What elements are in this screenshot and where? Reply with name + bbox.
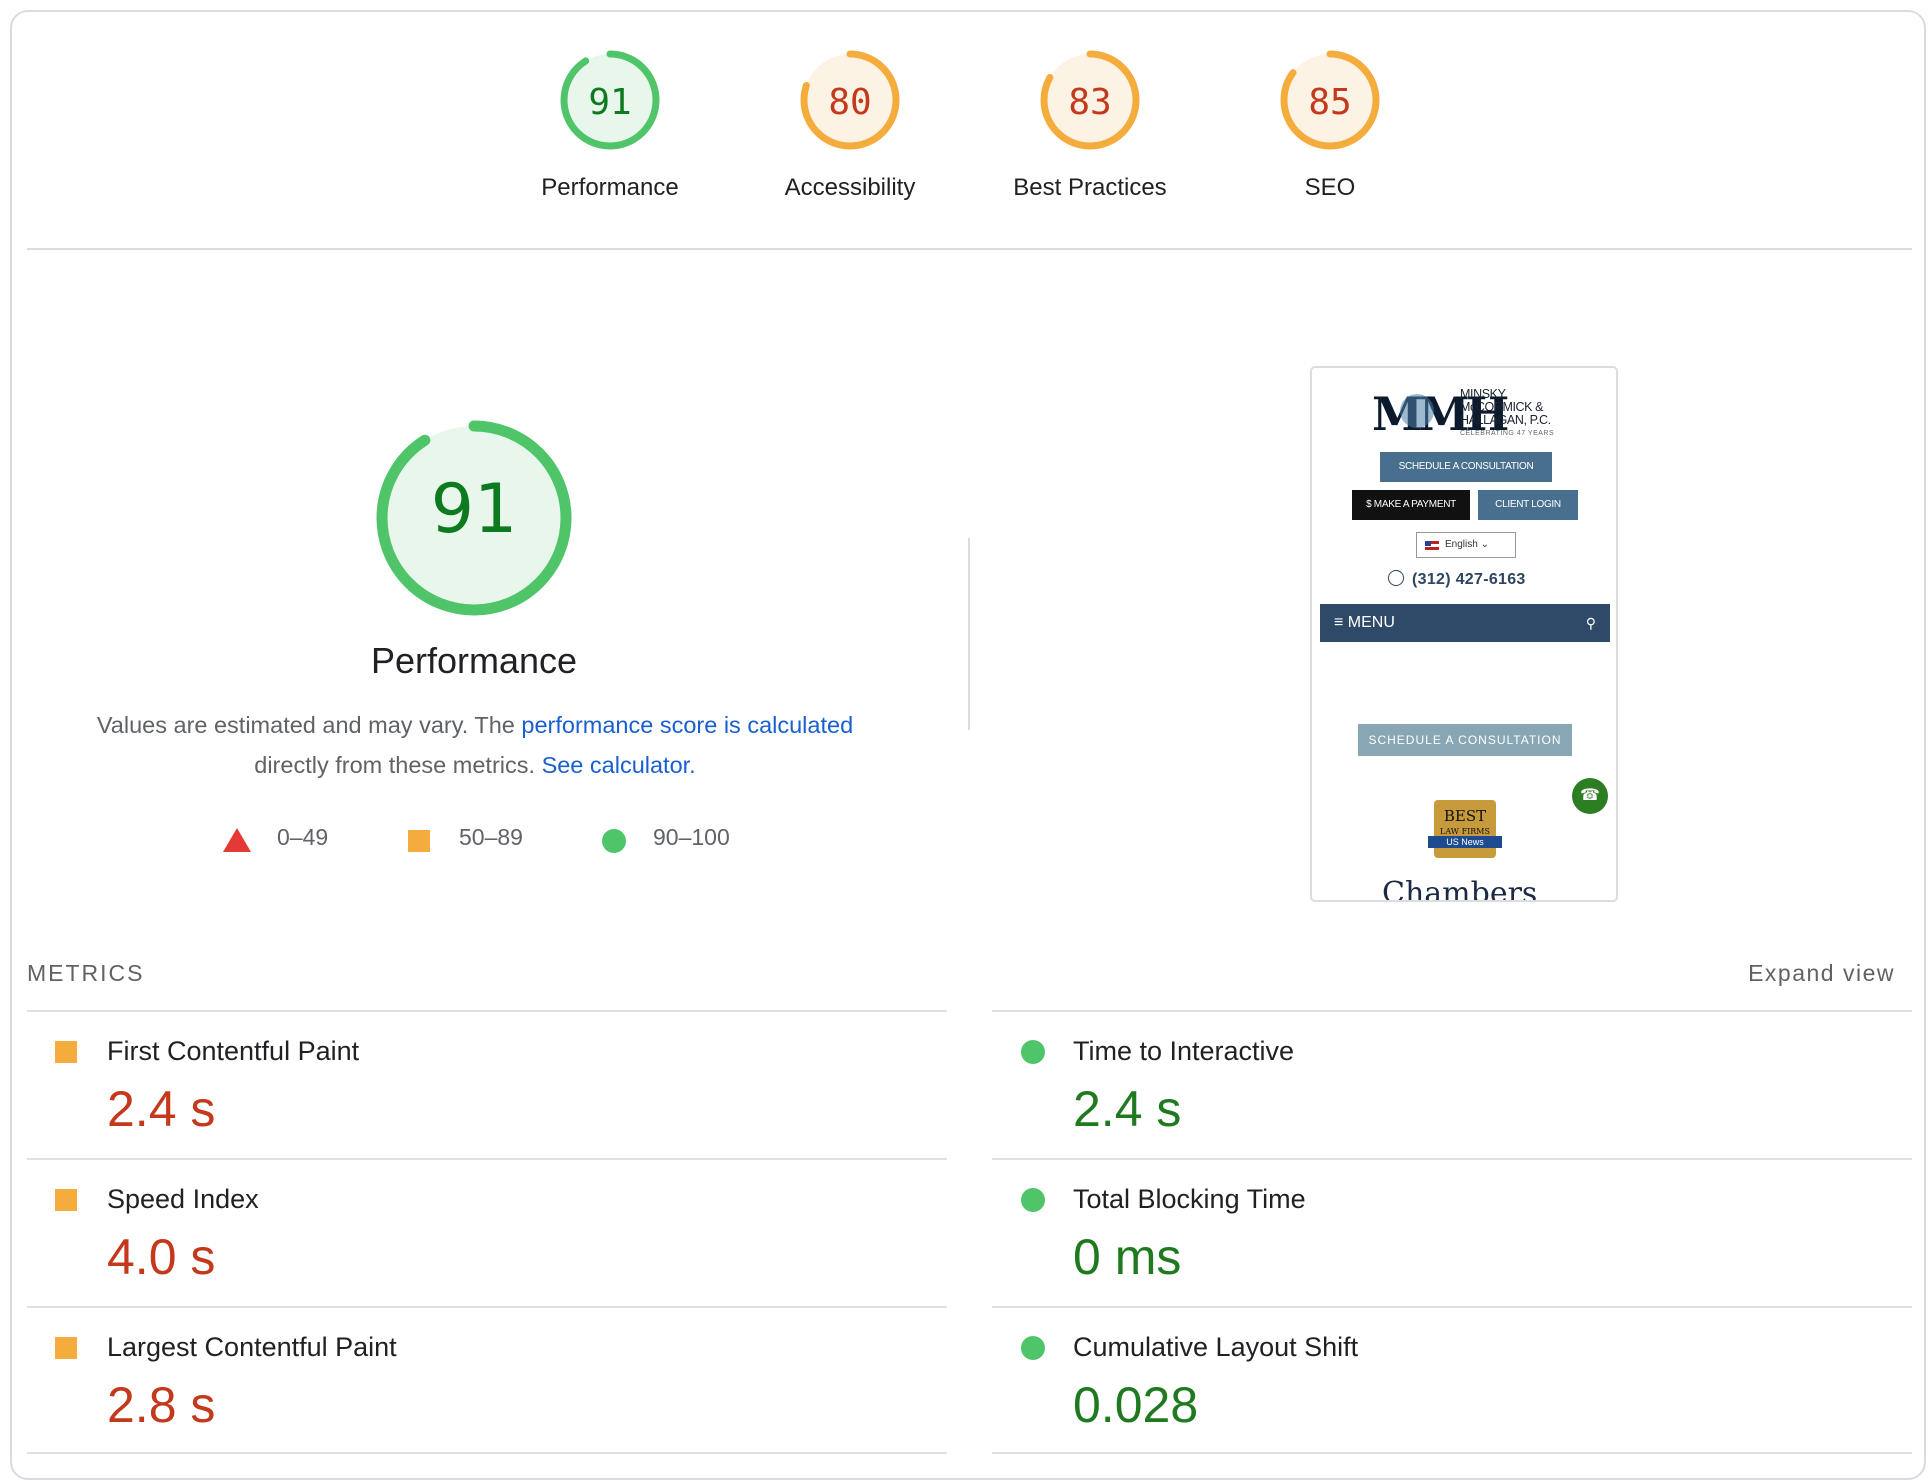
gauge-score: 91	[588, 82, 632, 123]
metric-value: 0 ms	[1073, 1229, 1182, 1285]
gauge-performance[interactable]: 91 Performance	[510, 48, 710, 202]
category-gauges: 91 Performance 80 Accessibility 83 Best …	[0, 48, 1930, 218]
fail-triangle-icon	[223, 828, 251, 852]
header-divider	[27, 248, 1912, 250]
gauge-best-practices[interactable]: 83 Best Practices	[990, 48, 1190, 202]
average-square-icon	[55, 1041, 77, 1063]
performance-score: 91	[430, 470, 518, 549]
average-square-icon	[55, 1189, 77, 1211]
expand-view-toggle[interactable]: Expand view	[1748, 960, 1895, 987]
menu-bar: ≡ MENU ⚲	[1320, 604, 1610, 642]
average-square-icon	[55, 1337, 77, 1359]
final-screenshot[interactable]: MMH MINSKY McCORMICK & HALLAGAN, P.C. CE…	[1310, 366, 1618, 902]
legend-average: 50–89	[459, 824, 523, 850]
client-login-button: CLIENT LOGIN	[1478, 490, 1578, 520]
gauge-label: Accessibility	[784, 174, 916, 201]
schedule-consultation-button: SCHEDULE A CONSULTATION	[1380, 452, 1552, 482]
gauge-label: Best Practices	[1013, 174, 1167, 201]
make-payment-button: $ MAKE A PAYMENT	[1352, 490, 1470, 520]
firm-logo: MMH	[1372, 387, 1509, 441]
see-calculator-link[interactable]: See calculator.	[542, 752, 696, 778]
metric-name: Total Blocking Time	[1073, 1184, 1306, 1214]
metrics-divider	[992, 1452, 1912, 1454]
language-select: English ⌄	[1416, 532, 1516, 558]
metrics-divider	[992, 1306, 1912, 1308]
metric-name: First Contentful Paint	[107, 1036, 360, 1066]
score-calculated-link[interactable]: performance score is calculated	[521, 712, 853, 738]
chambers-logo: Chambers	[1382, 876, 1538, 902]
metrics-divider	[27, 1306, 947, 1308]
pass-circle-icon	[1021, 1040, 1045, 1064]
metric-value: 2.4 s	[1073, 1081, 1182, 1137]
gauge-label: SEO	[1304, 174, 1356, 201]
best-law-firms-badge: BEST LAW FIRMS US News	[1428, 800, 1502, 858]
metric-name: Largest Contentful Paint	[107, 1332, 397, 1362]
call-icon: ☎	[1572, 778, 1608, 814]
gauge-score: 80	[828, 82, 872, 123]
phone-number: (312) 427-6163	[1388, 570, 1526, 589]
globe-icon	[1400, 394, 1434, 428]
gauge-score: 83	[1068, 82, 1112, 123]
phone-icon	[1388, 570, 1404, 586]
metrics-divider	[27, 1452, 947, 1454]
pass-circle-icon	[1021, 1336, 1045, 1360]
metric-value: 0.028	[1073, 1377, 1199, 1433]
metrics-divider	[27, 1010, 947, 1012]
metrics-divider	[992, 1010, 1912, 1012]
desc-text-2: directly from these metrics.	[254, 752, 542, 778]
schedule-consultation-banner: SCHEDULE A CONSULTATION	[1358, 724, 1572, 756]
performance-description: Values are estimated and may vary. The p…	[60, 705, 890, 785]
metrics-heading: METRICS	[27, 960, 145, 986]
metric-name: Time to Interactive	[1073, 1036, 1295, 1066]
legend-pass: 90–100	[653, 824, 730, 850]
gauge-score: 85	[1308, 82, 1352, 123]
pass-circle-icon	[602, 829, 626, 853]
metric-value: 4.0 s	[107, 1229, 216, 1285]
gauge-seo[interactable]: 85 SEO	[1230, 48, 1430, 202]
metric-value: 2.8 s	[107, 1377, 216, 1433]
average-square-icon	[408, 830, 430, 852]
metric-value: 2.4 s	[107, 1081, 216, 1137]
metric-name: Speed Index	[107, 1184, 259, 1214]
gauge-accessibility[interactable]: 80 Accessibility	[750, 48, 950, 202]
metrics-divider	[27, 1158, 947, 1160]
metrics-divider	[992, 1158, 1912, 1160]
desc-text: Values are estimated and may vary. The	[96, 712, 522, 738]
pass-circle-icon	[1021, 1188, 1045, 1212]
legend-fail: 0–49	[277, 824, 329, 850]
metric-name: Cumulative Layout Shift	[1073, 1332, 1359, 1362]
performance-title: Performance	[370, 640, 578, 681]
firm-tagline: CELEBRATING 47 YEARS	[1460, 430, 1555, 437]
search-icon: ⚲	[1585, 615, 1596, 631]
firm-name: MINSKY McCORMICK & HALLAGAN, P.C.	[1460, 387, 1551, 427]
us-flag-icon	[1425, 541, 1439, 550]
section-divider	[968, 538, 970, 730]
gauge-label: Performance	[541, 174, 679, 201]
